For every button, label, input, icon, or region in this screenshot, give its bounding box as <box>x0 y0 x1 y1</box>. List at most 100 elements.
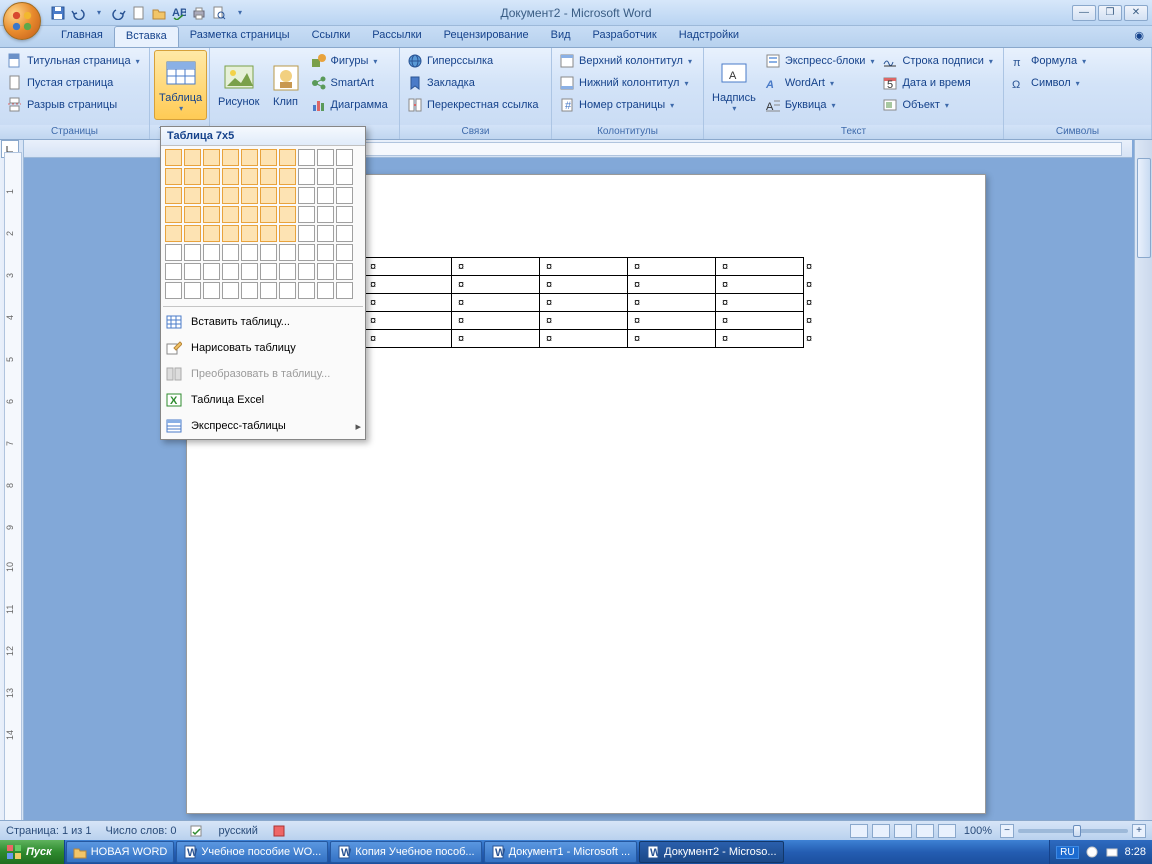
tab-references[interactable]: Ссылки <box>301 26 362 47</box>
grid-cell[interactable] <box>165 263 182 280</box>
pagenum-button[interactable]: #Номер страницы▾ <box>556 94 695 116</box>
quick-tables-item[interactable]: Экспресс-таблицы▸ <box>161 413 365 439</box>
grid-cell[interactable] <box>222 168 239 185</box>
crossref-button[interactable]: Перекрестная ссылка <box>404 94 542 116</box>
tab-developer[interactable]: Разработчик <box>582 26 668 47</box>
grid-cell[interactable] <box>203 206 220 223</box>
grid-cell[interactable] <box>298 263 315 280</box>
grid-cell[interactable] <box>241 282 258 299</box>
grid-cell[interactable] <box>203 282 220 299</box>
grid-cell[interactable] <box>184 282 201 299</box>
grid-cell[interactable] <box>222 244 239 261</box>
table-cell[interactable]: ¤ <box>452 258 540 276</box>
grid-cell[interactable] <box>279 149 296 166</box>
open-icon[interactable] <box>151 5 167 21</box>
table-cell[interactable]: ¤ <box>540 276 628 294</box>
grid-cell[interactable] <box>336 206 353 223</box>
grid-cell[interactable] <box>336 263 353 280</box>
quickparts-button[interactable]: Экспресс-блоки▾ <box>762 50 878 72</box>
grid-cell[interactable] <box>317 187 334 204</box>
grid-cell[interactable] <box>203 168 220 185</box>
view-print-layout[interactable] <box>850 824 868 838</box>
table-cell[interactable]: ¤ <box>364 258 452 276</box>
clipart-button[interactable]: Клип <box>266 50 306 120</box>
grid-cell[interactable] <box>241 168 258 185</box>
tab-insert[interactable]: Вставка <box>114 26 179 47</box>
grid-cell[interactable] <box>317 282 334 299</box>
table-cell[interactable]: ¤ <box>364 312 452 330</box>
grid-cell[interactable] <box>260 187 277 204</box>
grid-cell[interactable] <box>184 225 201 242</box>
zoom-level[interactable]: 100% <box>964 825 992 837</box>
table-cell[interactable]: ¤ <box>628 258 716 276</box>
tab-mailings[interactable]: Рассылки <box>361 26 432 47</box>
footer-button[interactable]: Нижний колонтитул▾ <box>556 72 695 94</box>
tab-view[interactable]: Вид <box>540 26 582 47</box>
grid-cell[interactable] <box>241 263 258 280</box>
grid-cell[interactable] <box>222 149 239 166</box>
grid-cell[interactable] <box>165 187 182 204</box>
grid-cell[interactable] <box>165 149 182 166</box>
grid-cell[interactable] <box>260 244 277 261</box>
dropcap-button[interactable]: AБуквица▾ <box>762 94 878 116</box>
table-cell[interactable]: ¤ <box>452 312 540 330</box>
tab-home[interactable]: Главная <box>50 26 114 47</box>
qat-customize-icon[interactable]: ▾ <box>232 5 248 21</box>
table-grid-selector[interactable] <box>161 146 365 304</box>
save-icon[interactable] <box>50 5 66 21</box>
grid-cell[interactable] <box>241 149 258 166</box>
grid-cell[interactable] <box>260 168 277 185</box>
table-cell[interactable]: ¤ <box>364 276 452 294</box>
start-button[interactable]: Пуск <box>0 840 65 864</box>
grid-cell[interactable] <box>203 225 220 242</box>
grid-cell[interactable] <box>184 206 201 223</box>
restore-button[interactable]: ❐ <box>1098 5 1122 21</box>
grid-cell[interactable] <box>279 244 296 261</box>
object-button[interactable]: Объект▾ <box>879 94 995 116</box>
table-cell[interactable]: ¤ <box>452 294 540 312</box>
table-cell[interactable]: ¤ <box>716 258 804 276</box>
zoom-out-button[interactable]: − <box>1000 824 1014 838</box>
office-button[interactable] <box>3 2 41 40</box>
taskbar-item[interactable]: WДокумент2 - Microso... <box>639 841 783 863</box>
grid-cell[interactable] <box>279 206 296 223</box>
shapes-button[interactable]: Фигуры▾ <box>308 50 391 72</box>
grid-cell[interactable] <box>317 206 334 223</box>
grid-cell[interactable] <box>203 244 220 261</box>
grid-cell[interactable] <box>279 187 296 204</box>
status-page[interactable]: Страница: 1 из 1 <box>6 825 92 837</box>
grid-cell[interactable] <box>298 187 315 204</box>
grid-cell[interactable] <box>336 282 353 299</box>
grid-cell[interactable] <box>260 263 277 280</box>
grid-cell[interactable] <box>165 282 182 299</box>
grid-cell[interactable] <box>260 206 277 223</box>
taskbar-item[interactable]: WДокумент1 - Microsoft ... <box>484 841 638 863</box>
table-cell[interactable]: ¤ <box>540 258 628 276</box>
table-cell[interactable]: ¤ <box>540 294 628 312</box>
vertical-scrollbar[interactable] <box>1134 140 1152 822</box>
grid-cell[interactable] <box>184 244 201 261</box>
grid-cell[interactable] <box>317 225 334 242</box>
grid-cell[interactable] <box>336 244 353 261</box>
grid-cell[interactable] <box>184 168 201 185</box>
grid-cell[interactable] <box>222 187 239 204</box>
vertical-ruler[interactable]: 1234567891011121314 <box>0 140 24 822</box>
grid-cell[interactable] <box>298 244 315 261</box>
clock[interactable]: 8:28 <box>1125 846 1146 858</box>
grid-cell[interactable] <box>222 206 239 223</box>
equation-button[interactable]: πФормула▾ <box>1008 50 1089 72</box>
grid-cell[interactable] <box>317 168 334 185</box>
grid-cell[interactable] <box>241 206 258 223</box>
tab-addins[interactable]: Надстройки <box>668 26 750 47</box>
grid-cell[interactable] <box>317 149 334 166</box>
language-indicator[interactable]: RU <box>1056 846 1078 859</box>
minimize-button[interactable]: — <box>1072 5 1096 21</box>
grid-cell[interactable] <box>298 282 315 299</box>
grid-cell[interactable] <box>317 263 334 280</box>
grid-cell[interactable] <box>279 282 296 299</box>
grid-cell[interactable] <box>165 168 182 185</box>
grid-cell[interactable] <box>165 244 182 261</box>
grid-cell[interactable] <box>336 149 353 166</box>
view-draft[interactable] <box>938 824 956 838</box>
redo-icon[interactable] <box>111 5 127 21</box>
